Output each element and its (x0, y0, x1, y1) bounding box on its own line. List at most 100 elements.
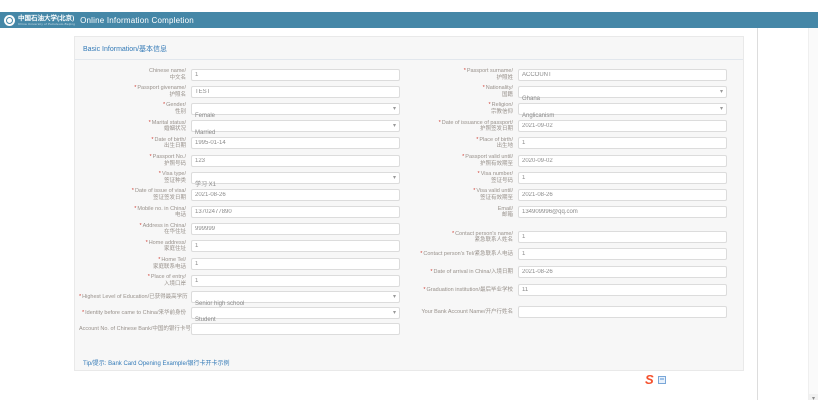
passport-surname-input[interactable] (518, 69, 727, 81)
required-asterisk: * (158, 257, 160, 263)
sogou-ime-icon[interactable]: S (645, 373, 654, 387)
place-of-entry-input[interactable] (191, 275, 400, 287)
form-row-passport-surname: *Passport surname/护照姓 (406, 68, 727, 81)
form-row-passport-givename: *Passport givename/护照名 (79, 85, 400, 98)
form-column-right: *Passport surname/护照姓 *Nationality/国籍Ghan… (406, 68, 733, 339)
date-of-arrival-input[interactable] (518, 266, 727, 278)
chevron-down-icon (393, 292, 396, 303)
date-of-issue-of-visa-label: *Date of issue of visa/签证签发日期 (79, 188, 191, 201)
visa-number-label: *Visa number/签证号码 (406, 171, 518, 184)
form-row-passport-no: *Passport No./护照号码 (79, 154, 400, 167)
chevron-down-icon (720, 104, 723, 115)
chinese-name-input[interactable] (191, 69, 400, 81)
graduation-institution-label: *Graduation institution/最后毕业学校 (406, 287, 518, 294)
form-row-place-of-birth: *Place of birth/出生地 (406, 137, 727, 150)
date-of-birth-input[interactable] (191, 137, 400, 149)
passport-givename-label: *Passport givename/护照名 (79, 85, 191, 98)
required-asterisk: * (478, 171, 480, 177)
identity-before-china-select[interactable]: Student (191, 307, 400, 319)
vertical-scrollbar[interactable] (808, 28, 818, 400)
form-row-nationality: *Nationality/国籍Ghana (406, 85, 727, 98)
scroll-down-arrow-icon[interactable] (809, 394, 818, 400)
passport-valid-until-input[interactable] (518, 155, 727, 167)
required-asterisk: * (163, 102, 165, 108)
passport-no-input[interactable] (191, 155, 400, 167)
form-row-home-tel: *Home Tel/家庭联系电话 (79, 257, 400, 270)
chevron-down-icon (393, 173, 396, 184)
place-of-birth-label: *Place of birth/出生地 (406, 137, 518, 150)
date-of-birth-label: *Date of birth/出生日期 (79, 137, 191, 150)
marital-status-select[interactable]: Married (191, 120, 400, 132)
university-name: 中国石油大学(北京) (18, 15, 75, 22)
chinese-bank-account-no-input[interactable] (191, 323, 400, 335)
gender-label: *Gender/性别 (79, 102, 191, 115)
your-bank-account-name-label: Your Bank Account Name/开户行姓名 (406, 309, 518, 316)
contact-person-tel-input[interactable] (518, 248, 727, 260)
passport-givename-input[interactable] (191, 86, 400, 98)
basic-information-form: Chinese name/中文名*Passport givename/护照名*G… (75, 60, 743, 339)
form-row-your-bank-account-name: Your Bank Account Name/开户行姓名 (406, 306, 727, 318)
form-panel: Basic Information/基本信息 Chinese name/中文名*… (74, 36, 744, 371)
required-asterisk: * (146, 240, 148, 246)
contact-person-name-input[interactable] (518, 231, 727, 243)
university-logo-icon (4, 15, 15, 26)
form-row-graduation-institution: *Graduation institution/最后毕业学校 (406, 284, 727, 296)
passport-issuance-date-input[interactable] (518, 120, 727, 132)
required-asterisk: * (430, 269, 432, 275)
gender-select[interactable]: Female (191, 103, 400, 115)
required-asterisk: * (159, 171, 161, 177)
required-asterisk: * (132, 188, 134, 194)
contact-person-name-label: *Contact person's name/紧急联系人姓名 (406, 231, 518, 244)
highest-education-select[interactable]: Senior high school (191, 291, 400, 303)
form-row-passport-issuance-date: *Date of issuance of passport/护照签发日期 (406, 120, 727, 133)
identity-before-china-label: *Identity before came to China/来华前身份 (79, 310, 191, 317)
form-row-mobile-no-china: *Mobile no. in China/电话 (79, 206, 400, 219)
home-address-input[interactable] (191, 240, 400, 252)
form-row-place-of-entry: *Place of entry/入境口岸 (79, 274, 400, 287)
place-of-birth-input[interactable] (518, 137, 727, 149)
form-row-visa-valid-until: *Visa valid until/签证有效期至 (406, 188, 727, 201)
required-asterisk: * (483, 85, 485, 91)
content-right-border (757, 28, 758, 400)
chevron-down-icon (720, 87, 723, 98)
your-bank-account-name-input[interactable] (518, 306, 727, 318)
religion-select[interactable]: Anglicanism (518, 103, 727, 115)
chinese-bank-account-no-label: Account No. of Chinese Bank/中国的银行卡号 (79, 326, 191, 333)
form-row-passport-valid-until: *Passport valid until/护照有效期至 (406, 154, 727, 167)
address-in-china-input[interactable] (191, 223, 400, 235)
form-row-date-of-birth: *Date of birth/出生日期 (79, 137, 400, 150)
passport-valid-until-label: *Passport valid until/护照有效期至 (406, 154, 518, 167)
form-row-email: Email/邮箱 (406, 206, 727, 219)
form-row-visa-number: *Visa number/签证号码 (406, 171, 727, 184)
required-asterisk: * (464, 68, 466, 74)
home-tel-input[interactable] (191, 258, 400, 270)
ime-panel-icon[interactable] (658, 376, 666, 384)
form-column-left: Chinese name/中文名 *Passport givename/护照名 *G… (79, 68, 406, 339)
bank-card-example-tip-link[interactable]: Tip/提示: Bank Card Opening Example/银行卡开卡示… (83, 358, 230, 367)
date-of-issue-of-visa-input[interactable] (191, 189, 400, 201)
visa-type-label: *Visa type/签证种类 (79, 171, 191, 184)
required-asterisk: * (151, 137, 153, 143)
form-row-chinese-name: Chinese name/中文名 (79, 68, 400, 81)
form-row-highest-education: *Highest Level of Education/已获得最高学历Senio… (79, 291, 400, 303)
visa-type-select[interactable]: 学习 X1 (191, 172, 400, 184)
required-asterisk: * (488, 102, 490, 108)
home-tel-label: *Home Tel/家庭联系电话 (79, 257, 191, 270)
form-row-home-address: *Home address/家庭住址 (79, 240, 400, 253)
chevron-down-icon (393, 308, 396, 319)
marital-status-label: *Marital status/婚姻状况 (79, 120, 191, 133)
required-asterisk: * (439, 120, 441, 126)
passport-no-label: *Passport No./护照号码 (79, 154, 191, 167)
form-row-marital-status: *Marital status/婚姻状况Married (79, 120, 400, 133)
form-row-date-of-issue-of-visa: *Date of issue of visa/签证签发日期 (79, 188, 400, 201)
visa-number-input[interactable] (518, 172, 727, 184)
nationality-select[interactable]: Ghana (518, 86, 727, 98)
mobile-no-china-input[interactable] (191, 206, 400, 218)
visa-valid-until-input[interactable] (518, 189, 727, 201)
graduation-institution-input[interactable] (518, 284, 727, 296)
required-asterisk: * (139, 223, 141, 229)
passport-surname-label: *Passport surname/护照姓 (406, 68, 518, 81)
nationality-label: *Nationality/国籍 (406, 85, 518, 98)
passport-issuance-date-label: *Date of issuance of passport/护照签发日期 (406, 120, 518, 133)
email-input[interactable] (518, 206, 727, 218)
